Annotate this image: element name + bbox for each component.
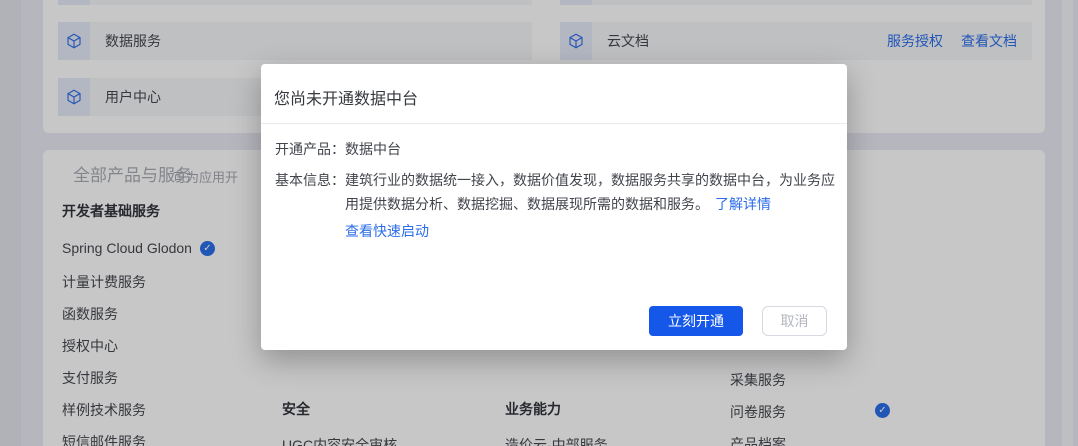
open-now-button[interactable]: 立刻开通	[649, 306, 743, 336]
info-row: 基本信息： 建筑行业的数据统一接入，数据价值发现，数据服务共享的数据中台，为业务…	[275, 168, 839, 216]
quick-start-link[interactable]: 查看快速启动	[345, 221, 429, 241]
product-value: 数据中台	[345, 137, 401, 161]
info-text: 建筑行业的数据统一接入，数据价值发现，数据服务共享的数据中台，为业务应用提供数据…	[345, 168, 839, 216]
product-label: 开通产品：	[275, 137, 345, 161]
modal-title: 您尚未开通数据中台	[274, 85, 418, 109]
product-row: 开通产品： 数据中台	[275, 137, 401, 161]
info-label: 基本信息：	[275, 168, 345, 216]
page: 数据服务 云文档 服务授权 查看文档 用户中心 全部产品与服务 可为应用开 开发…	[0, 0, 1078, 446]
open-data-platform-modal: 您尚未开通数据中台 开通产品： 数据中台 基本信息： 建筑行业的数据统一接入，数…	[261, 64, 847, 350]
cancel-button[interactable]: 取消	[762, 306, 827, 336]
modal-footer: 立刻开通 取消	[649, 306, 827, 336]
learn-more-link[interactable]: 了解详情	[715, 196, 771, 212]
modal-divider	[261, 123, 847, 124]
